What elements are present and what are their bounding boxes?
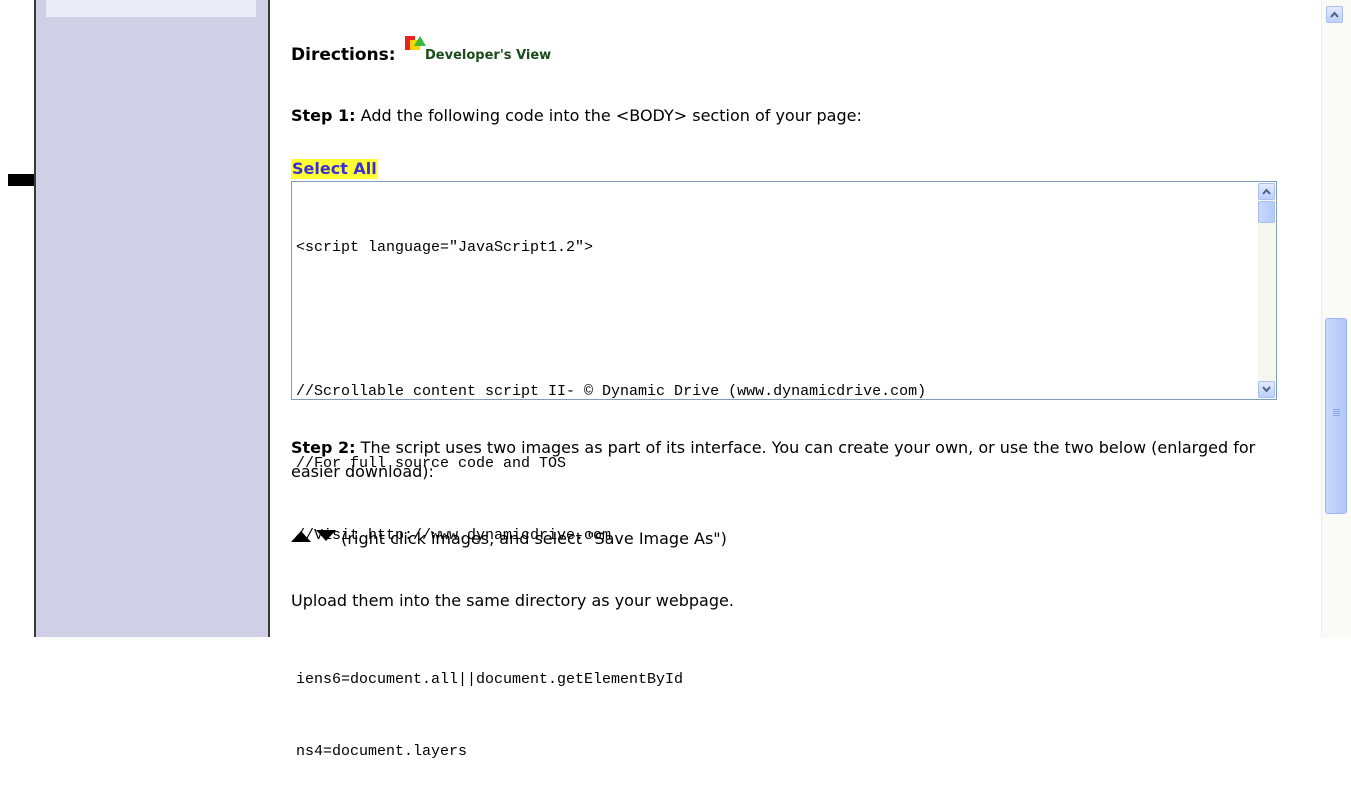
code-line: ns4=document.layers [296,743,468,760]
step2-paragraph: Step 2: The script uses two images as pa… [291,436,1301,484]
code-textarea[interactable]: <script language="JavaScript1.2"> //Scro… [291,181,1277,760]
code-scroll-thumb[interactable] [1258,201,1275,223]
page-scroll-thumb[interactable] [1325,318,1347,514]
code-lines: <script language="JavaScript1.2"> //Scro… [296,188,1246,812]
left-sidebar [34,0,270,637]
directions-label: Directions: [291,45,396,65]
step2-text: The script uses two images as part of it… [291,438,1256,481]
step1-label: Step 1: [291,106,356,125]
scroll-up-icon[interactable] [1258,183,1275,200]
scroll-up-icon[interactable] [1326,6,1343,23]
select-all-link[interactable]: Select All [291,159,378,179]
developer-view-icon [405,36,426,62]
sidebar-top-box [46,0,256,17]
code-scrollbar[interactable] [1258,183,1275,398]
down-arrow-icon[interactable] [316,530,337,542]
step1-paragraph: Step 1: Add the following code into the … [291,104,862,128]
up-arrow-icon[interactable] [291,530,311,542]
code-line: //Scrollable content script II- © Dynami… [296,383,927,400]
main-content: Directions: Developer's View Step 1: Add… [270,0,1320,760]
page-scrollbar[interactable] [1321,0,1351,637]
step1-text: Add the following code into the <BODY> s… [355,106,862,125]
images-note: (right click images, and select "Save Im… [336,529,727,548]
upload-paragraph: Upload them into the same directory as y… [291,591,734,610]
directions-heading: Directions: Developer's View [291,36,551,68]
step2-label: Step 2: [291,438,356,457]
code-line: <script language="JavaScript1.2"> [296,239,594,256]
code-line: iens6=document.all||document.getElementB… [296,671,684,688]
scroll-down-icon[interactable] [1258,381,1275,398]
developer-view-link[interactable]: Developer's View [425,48,551,63]
images-paragraph: (right click images, and select "Save Im… [291,527,727,551]
